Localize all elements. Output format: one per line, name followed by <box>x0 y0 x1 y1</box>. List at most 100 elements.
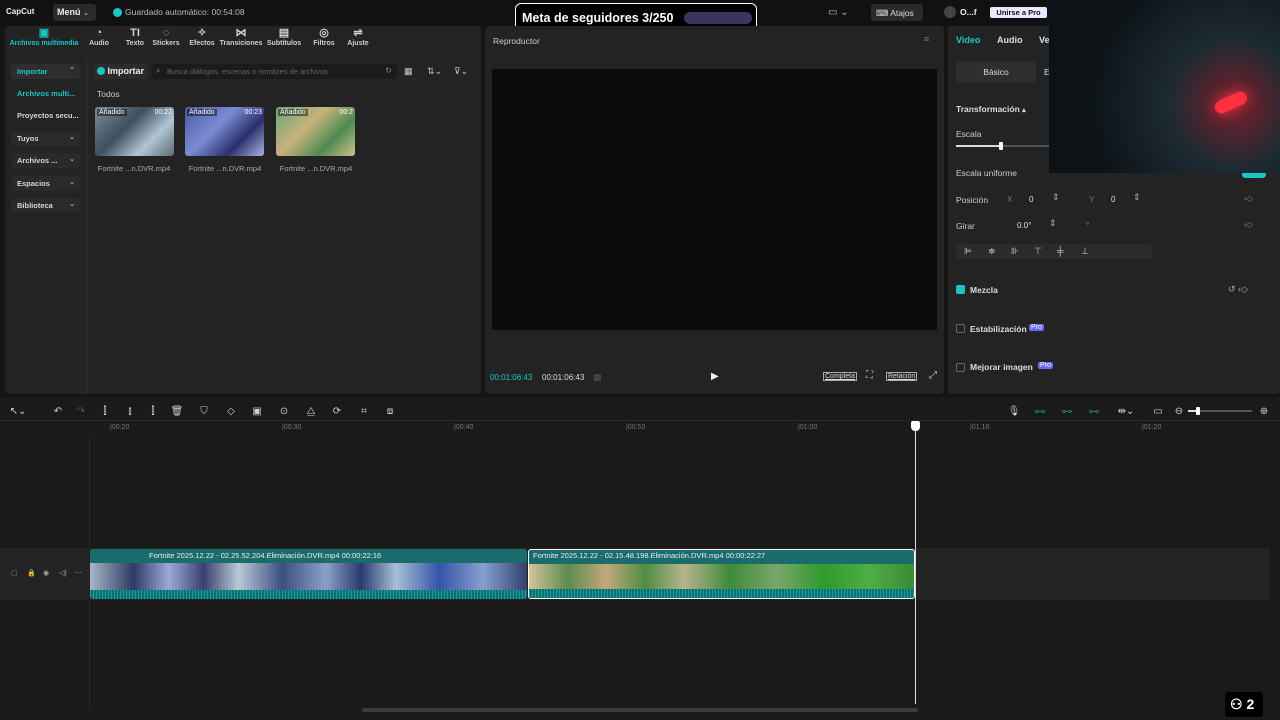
lock-icon[interactable]: 🔒 <box>27 569 36 577</box>
layout-icon[interactable]: ▭ ⌄ <box>828 7 849 18</box>
split-left-icon[interactable]: ⫾ <box>123 404 137 418</box>
added-badge: Añadido <box>278 109 308 116</box>
filter-icon[interactable]: ⊽⌄ <box>454 66 468 77</box>
x-input[interactable]: 0 <box>1029 195 1033 204</box>
sidebar-item-4[interactable]: Archivos ... ⌄ <box>11 153 80 168</box>
x-stepper-icon[interactable]: ⇕ <box>1052 192 1060 203</box>
align-right-icon[interactable]: ⊪ <box>1011 246 1019 257</box>
track-options-icon[interactable]: ⇹⌄ <box>1114 404 1138 418</box>
redo-icon[interactable]: ↷ <box>74 404 88 418</box>
split-icon[interactable]: ⫿ <box>98 404 112 418</box>
shield-icon[interactable]: ⛉ <box>197 404 211 418</box>
tab-archivos-multimedia[interactable]: ▣ Archivos multimedia <box>8 27 80 47</box>
zoom-out-icon[interactable]: ⊖ <box>1172 404 1186 418</box>
rotate-stepper-icon[interactable]: ⇕ <box>1049 218 1057 229</box>
align-top-icon[interactable]: ⊤ <box>1034 246 1042 257</box>
undo-icon[interactable]: ↶ <box>51 404 65 418</box>
reset-icon[interactable]: ↺ ‹◇ <box>1228 284 1248 295</box>
sidebar-item-5[interactable]: Espacios ⌄ <box>11 176 80 191</box>
rotate-dial-icon[interactable]: ◦ <box>1086 218 1089 228</box>
sidebar-item-6[interactable]: Biblioteca ⌄ <box>11 198 80 213</box>
tab-more[interactable]: Ve <box>1039 35 1050 45</box>
rotate-input[interactable]: 0.0° <box>1017 221 1031 230</box>
avatar[interactable] <box>944 6 956 18</box>
sidebar-item-3[interactable]: Tuyos ⌄ <box>11 131 80 146</box>
search-input[interactable]: ⌕ Busca diálogos, escenas o nombres de a… <box>152 64 397 79</box>
refresh-icon[interactable]: ↻ <box>385 66 392 75</box>
mirror-icon[interactable]: ⧋ <box>304 404 318 418</box>
playhead[interactable] <box>915 428 916 704</box>
align-center-icon[interactable]: ≑ <box>988 246 996 257</box>
media-thumb-3[interactable]: Añadido 00:2 <box>276 107 355 156</box>
tab-transiciones[interactable]: ⋈ Transiciones <box>219 27 263 47</box>
more-icon[interactable]: ⋯ <box>75 569 82 577</box>
import-button[interactable]: Importar <box>94 64 148 79</box>
sidebar-item-1[interactable]: Archivos multi... <box>11 86 80 101</box>
tab-filtros[interactable]: ◎ Filtros <box>309 27 339 47</box>
tab-stickers[interactable]: ◌ Stickers <box>151 27 181 47</box>
media-thumb-2[interactable]: Añadido 00:23 <box>185 107 264 156</box>
tab-efectos[interactable]: ✧ Efectos <box>187 27 217 47</box>
play-icon[interactable]: ▶ <box>711 371 719 382</box>
quality-button[interactable]: Completa <box>823 372 857 381</box>
tab-audio[interactable]: ◔ Audio <box>84 27 114 47</box>
slider-handle[interactable] <box>999 142 1003 150</box>
hamburger-icon[interactable]: ≡ <box>924 34 929 44</box>
sidebar-item-0[interactable]: Importar ⌃ <box>11 64 80 79</box>
marker-icon[interactable]: ◇ <box>224 404 238 418</box>
eye-icon[interactable]: ◉ <box>43 569 49 577</box>
enhance-checkbox[interactable] <box>956 363 965 372</box>
keyframe-icon[interactable]: ‹◇ <box>1244 194 1253 203</box>
magnet-icon[interactable]: ⧟ <box>1060 404 1074 418</box>
grid-view-icon[interactable]: ▦ <box>404 66 413 77</box>
horizontal-scrollbar[interactable] <box>362 708 918 712</box>
microphone-icon[interactable]: 🎙 <box>1007 404 1021 418</box>
link-icon[interactable]: ⧟ <box>1033 404 1047 418</box>
blend-checkbox[interactable] <box>956 285 965 294</box>
sort-icon[interactable]: ⇅⌄ <box>427 66 442 77</box>
tab-texto[interactable]: TI Texto <box>120 27 150 47</box>
zoom-in-icon[interactable]: ⊕ <box>1257 404 1271 418</box>
fullscreen-icon[interactable]: ⤢ <box>929 370 937 381</box>
scale-slider[interactable] <box>956 142 1056 150</box>
speaker-icon[interactable]: ◁) <box>59 569 67 577</box>
y-stepper-icon[interactable]: ⇕ <box>1133 192 1141 203</box>
slider-handle[interactable] <box>1196 407 1200 415</box>
select-icon[interactable]: ↖⌄ <box>10 404 27 418</box>
preview-axis-icon[interactable]: ▭ <box>1151 404 1165 418</box>
snap-icon[interactable]: ⧟ <box>1087 404 1101 418</box>
sidebar-item-2[interactable]: Proyectos secu... <box>11 108 80 123</box>
tab-subtítulos[interactable]: ▤ Subtítulos <box>265 27 303 47</box>
tab-audio[interactable]: Audio <box>997 35 1023 45</box>
preview-canvas[interactable] <box>492 69 937 330</box>
subtab-basic[interactable]: Básico <box>956 62 1036 82</box>
freeze-icon[interactable]: ▣ <box>250 404 264 418</box>
menu-button[interactable]: Menú ⌄ <box>53 4 96 21</box>
timeline-clip-2[interactable]: Fortnite 2025.12.22 - 02.15.48.198.Elimi… <box>528 549 915 599</box>
fit-icon[interactable]: ⛶ <box>866 370 873 381</box>
tab-video[interactable]: Video <box>956 35 980 45</box>
delete-icon[interactable]: 🗑 <box>170 404 184 418</box>
cover-icon[interactable]: ▢ <box>11 569 18 577</box>
y-input[interactable]: 0 <box>1111 195 1115 204</box>
tab-ajuste[interactable]: ⇌ Ajuste <box>343 27 373 47</box>
transform-heading[interactable]: Transformación ▴ <box>956 104 1026 114</box>
rotate-icon[interactable]: ⟳ <box>330 404 344 418</box>
stabilize-checkbox[interactable] <box>956 324 965 333</box>
ratio-button[interactable]: Relación <box>886 372 918 381</box>
align-bottom-icon[interactable]: ⊥ <box>1081 246 1089 257</box>
split-right-icon[interactable]: ⫿ <box>146 404 160 418</box>
playhead-handle[interactable] <box>911 421 920 431</box>
keyframe-icon[interactable]: ‹◇ <box>1244 220 1253 229</box>
speed-icon[interactable]: ⊙ <box>277 404 291 418</box>
resize-icon[interactable]: ⧈ <box>383 404 397 418</box>
media-thumb-1[interactable]: Añadido 00:22 <box>95 107 174 156</box>
shortcuts-button[interactable]: ⌨ Atajos <box>871 4 923 21</box>
zoom-slider[interactable] <box>1188 407 1252 415</box>
join-pro-button[interactable]: Unirse a Pro <box>990 7 1047 18</box>
align-middle-icon[interactable]: ╪ <box>1057 246 1063 256</box>
timeline-clip-1[interactable]: Fortnite 2025.12.22 - 02.25.52.204.Elimi… <box>90 549 527 599</box>
align-left-icon[interactable]: ⊫ <box>964 246 972 257</box>
crop-icon[interactable]: ⌗ <box>357 404 371 418</box>
grid-icon[interactable]: ▦ <box>593 372 602 383</box>
